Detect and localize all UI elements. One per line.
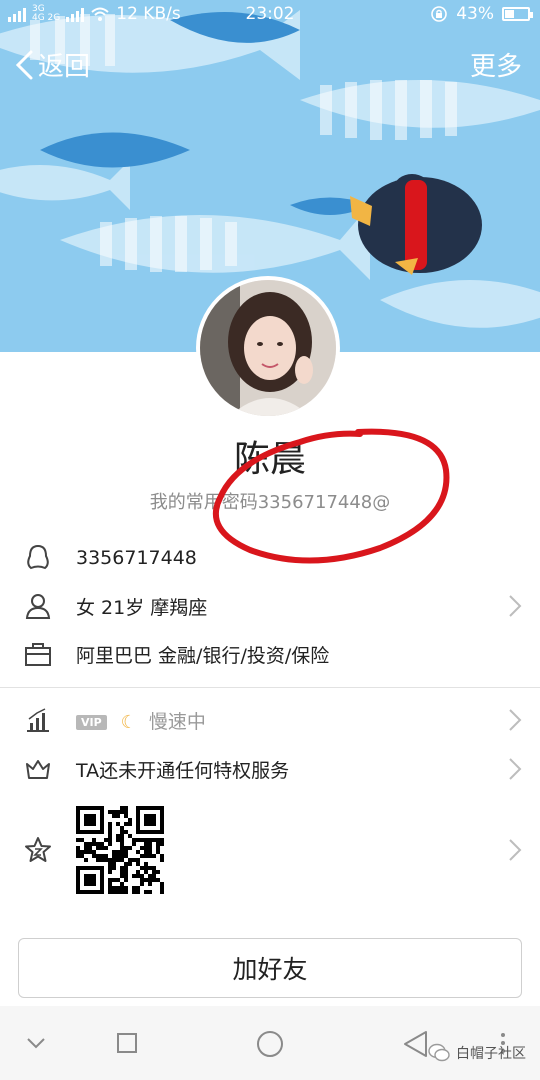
qq-number-row: 3356717448	[0, 534, 540, 582]
chevron-right-icon	[509, 758, 522, 780]
profile-name: 陈晨	[233, 439, 306, 480]
chevron-left-icon	[15, 50, 33, 79]
back-label: 返回	[38, 52, 91, 82]
battery-icon	[502, 7, 533, 21]
penguin-icon	[24, 544, 52, 572]
watermark-text: 白帽子社区	[456, 1046, 526, 1062]
chevron-right-icon	[509, 595, 522, 617]
watermark: 白帽子社区	[428, 1043, 526, 1063]
back-triangle-icon[interactable]	[402, 1030, 428, 1058]
company-info: 阿里巴巴 金融/银行/投资/保险	[76, 644, 330, 667]
moon-icon: ☾	[120, 711, 137, 733]
chevron-right-icon	[509, 709, 522, 731]
avatar[interactable]	[196, 276, 340, 420]
back-button[interactable]: 返回	[14, 46, 90, 83]
battery-fill	[505, 10, 514, 18]
person-icon	[24, 592, 52, 620]
avatar-photo	[200, 280, 336, 416]
top-nav-bar: 返回 更多	[0, 40, 540, 90]
more-button[interactable]: 更多	[470, 46, 522, 83]
crown-icon	[24, 755, 52, 783]
personal-info: 女 21岁 摩羯座	[76, 596, 208, 619]
chevron-down-icon[interactable]	[26, 1036, 46, 1050]
status-bar: 3G 4G 2G 12 KB/s 23:02 43%	[0, 0, 540, 30]
rotation-lock-icon	[431, 6, 448, 22]
section-divider	[0, 687, 540, 688]
bar-chart-icon	[24, 706, 52, 734]
briefcase-icon	[24, 640, 52, 668]
wechat-icon	[428, 1043, 450, 1062]
vip-badge: VIP	[76, 714, 107, 730]
speed-status: 慢速中	[148, 710, 206, 733]
profile-signature: 我的常用密码3356717448@	[149, 492, 391, 513]
home-icon[interactable]	[256, 1030, 284, 1058]
add-friend-button[interactable]: 加好友	[18, 938, 522, 998]
privilege-row[interactable]: TA还未开通任何特权服务	[0, 745, 540, 793]
company-row: 阿里巴巴 金融/银行/投资/保险	[0, 630, 540, 678]
level-row[interactable]: VIP ☾ 慢速中	[0, 696, 540, 744]
recent-apps-icon[interactable]	[116, 1032, 138, 1054]
qq-number: 3356717448	[76, 547, 197, 569]
qr-code[interactable]	[76, 806, 164, 894]
star-badge-icon	[24, 836, 52, 864]
privilege-info: TA还未开通任何特权服务	[76, 759, 290, 782]
personal-info-row[interactable]: 女 21岁 摩羯座	[0, 582, 540, 630]
chevron-right-icon	[509, 839, 522, 861]
battery-percent: 43%	[456, 4, 494, 24]
